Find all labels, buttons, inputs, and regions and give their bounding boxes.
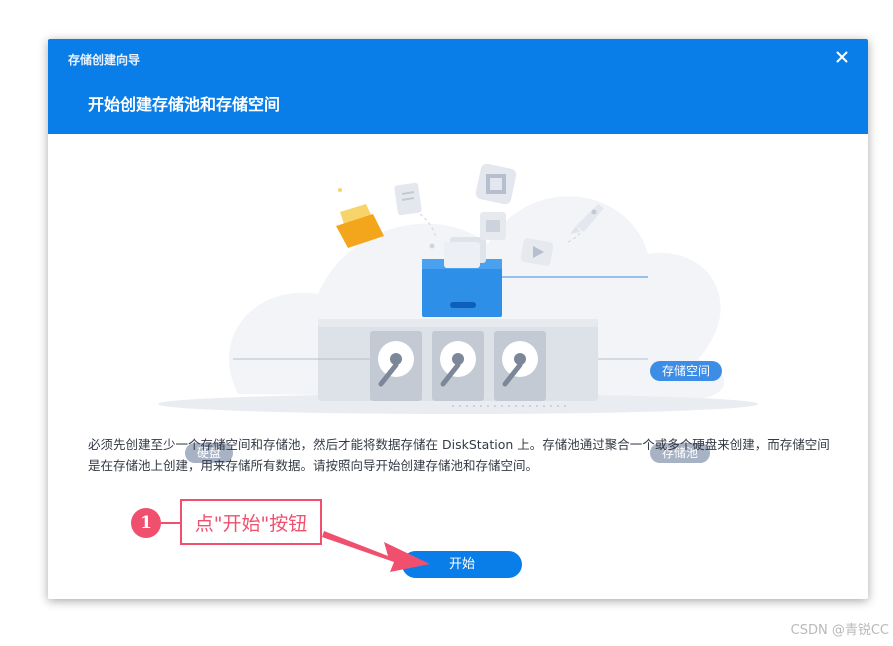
- annotation-step-badge: 1: [131, 508, 161, 538]
- page-heading: 开始创建存储池和存储空间: [88, 95, 281, 114]
- document-icon: [394, 182, 422, 216]
- close-button[interactable]: [834, 49, 850, 65]
- storage-illustration-graphic: [158, 163, 758, 414]
- annotation-callout: 点"开始"按钮: [180, 499, 322, 545]
- storage-volume-label: 存储空间: [650, 361, 723, 381]
- hard-disk-icon-2: [432, 331, 484, 401]
- sparkle-dot: [338, 188, 342, 192]
- storage-illustration: 存储空间 存储池 硬盘: [48, 134, 868, 463]
- package-icon: [480, 212, 506, 240]
- video-play-icon: [520, 238, 554, 266]
- close-icon: [836, 51, 848, 63]
- watermark: CSDN @青锐CC: [790, 623, 889, 638]
- dialog-header: 存储创建向导 开始创建存储池和存储空间: [48, 39, 868, 134]
- app-logo-icon: [475, 163, 517, 205]
- hard-disk-icon-1: [370, 331, 422, 401]
- storage-creation-wizard-dialog: 存储创建向导 开始创建存储池和存储空间 存储空间 存储池 硬盘 必须先创建至少一…: [48, 39, 868, 599]
- sparkle-dot: [429, 243, 435, 249]
- start-button[interactable]: 开始: [402, 551, 522, 578]
- photo-icon: [444, 237, 486, 268]
- wizard-description: 必须先创建至少一个存储空间和存储池，然后才能将数据存储在 DiskStation…: [88, 437, 830, 473]
- window-title: 存储创建向导: [68, 53, 141, 67]
- screenshot-stage: 存储创建向导 开始创建存储池和存储空间 存储空间 存储池 硬盘 必须先创建至少一…: [0, 0, 893, 646]
- hard-disk-icon-3: [494, 331, 546, 401]
